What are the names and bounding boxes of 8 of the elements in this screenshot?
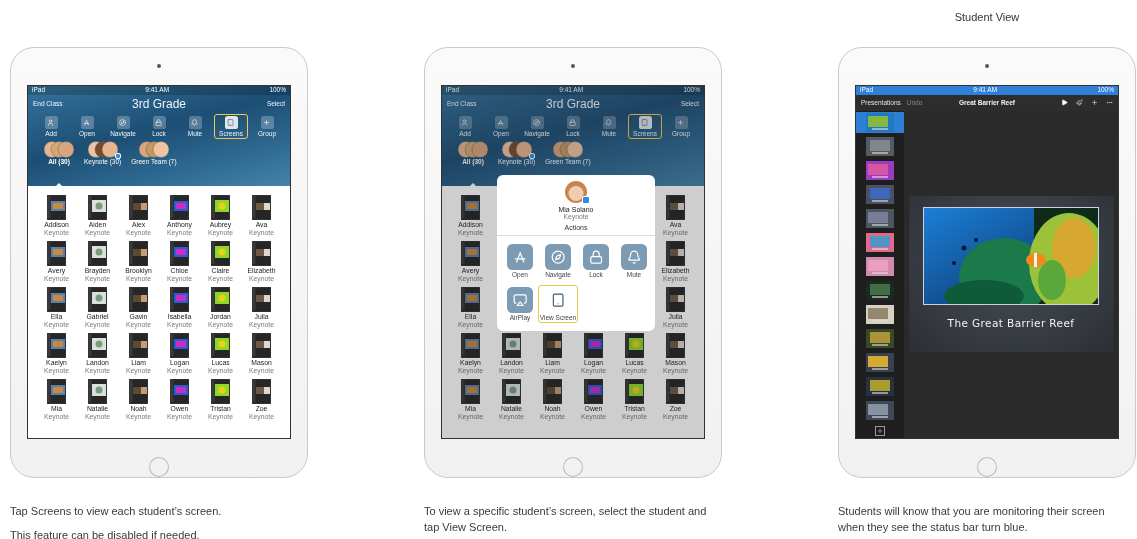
- slide-title: The Great Barrier Reef: [947, 317, 1075, 329]
- class-title: 3rd Grade: [132, 97, 186, 111]
- caption-text: This feature can be disabled if needed.: [10, 528, 201, 539]
- caption-text: Students will know that you are monitoring their screen when they see the status bar turn blue.: [838, 504, 1106, 535]
- section-heading: Student View: [954, 11, 1020, 23]
- class-title: 3rd Grade: [546, 97, 600, 111]
- caption-text: Tap Screens to view each student’s screen.: [10, 504, 223, 519]
- caption-text: To view a specific student’s screen, select the student and tap View Screen.: [424, 504, 708, 535]
